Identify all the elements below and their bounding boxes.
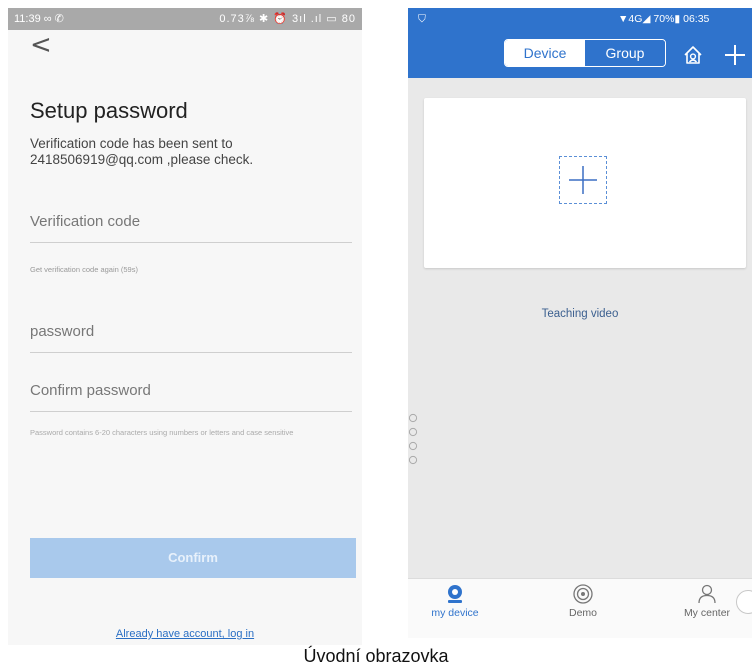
tab-label: Demo: [568, 607, 597, 619]
device-list-screen: ⛉ ▼4G◢ 70%▮ 06:35 Device Group Teaching …: [408, 8, 752, 638]
page-title: Setup password: [30, 98, 188, 123]
tab-group[interactable]: Group: [585, 40, 665, 66]
confirm-password-input[interactable]: Confirm password: [30, 382, 352, 412]
add-device-icon[interactable]: [722, 42, 748, 68]
bottom-tab-bar: my device Demo My center: [408, 578, 752, 638]
status-bar: ⛉ ▼4G◢ 70%▮ 06:35: [408, 8, 752, 30]
camera-icon: [448, 585, 462, 603]
confirm-button[interactable]: Confirm: [30, 538, 356, 578]
password-input[interactable]: password: [30, 323, 352, 353]
user-icon: [698, 584, 716, 604]
login-link[interactable]: Already have account, log in: [8, 628, 362, 640]
plus-icon: [569, 166, 597, 194]
device-group-switch: Device Group: [504, 39, 666, 67]
demo-icon: [573, 584, 593, 604]
tab-demo[interactable]: Demo: [538, 583, 628, 619]
status-time: 11:39 ∞ ✆: [14, 13, 64, 25]
teaching-video-link[interactable]: Teaching video: [408, 308, 752, 320]
password-hint: Password contains 6-20 characters using …: [30, 428, 294, 437]
add-device-button[interactable]: [559, 156, 607, 204]
figure-caption: Úvodní obrazovka: [303, 646, 449, 663]
tab-my-device[interactable]: my device: [410, 583, 500, 619]
app-header: Device Group: [408, 30, 752, 78]
tab-label: my device: [431, 607, 479, 619]
back-icon[interactable]: <: [30, 32, 52, 58]
drag-handle-icon[interactable]: [408, 412, 418, 468]
home-icon[interactable]: [682, 44, 704, 66]
status-bar: 11:39 ∞ ✆ 0.73⅞ ✱ ⏰ 3ıl .ıl ▭ 80: [8, 8, 362, 30]
verification-code-input[interactable]: Verification code: [30, 213, 352, 243]
notification-icon: ⛉: [418, 13, 426, 25]
status-icons: 0.73⅞ ✱ ⏰ 3ıl .ıl ▭ 80: [219, 13, 356, 25]
setup-password-screen: 11:39 ∞ ✆ 0.73⅞ ✱ ⏰ 3ıl .ıl ▭ 80 < Setup…: [8, 8, 362, 645]
tab-device[interactable]: Device: [505, 40, 585, 66]
add-device-card[interactable]: [424, 98, 746, 268]
resend-code-link[interactable]: Get verification code again (59s): [30, 265, 138, 274]
verification-sent-message: Verification code has been sent to 24185…: [30, 136, 254, 167]
status-icons: ▼4G◢ 70%▮ 06:35: [618, 13, 710, 25]
